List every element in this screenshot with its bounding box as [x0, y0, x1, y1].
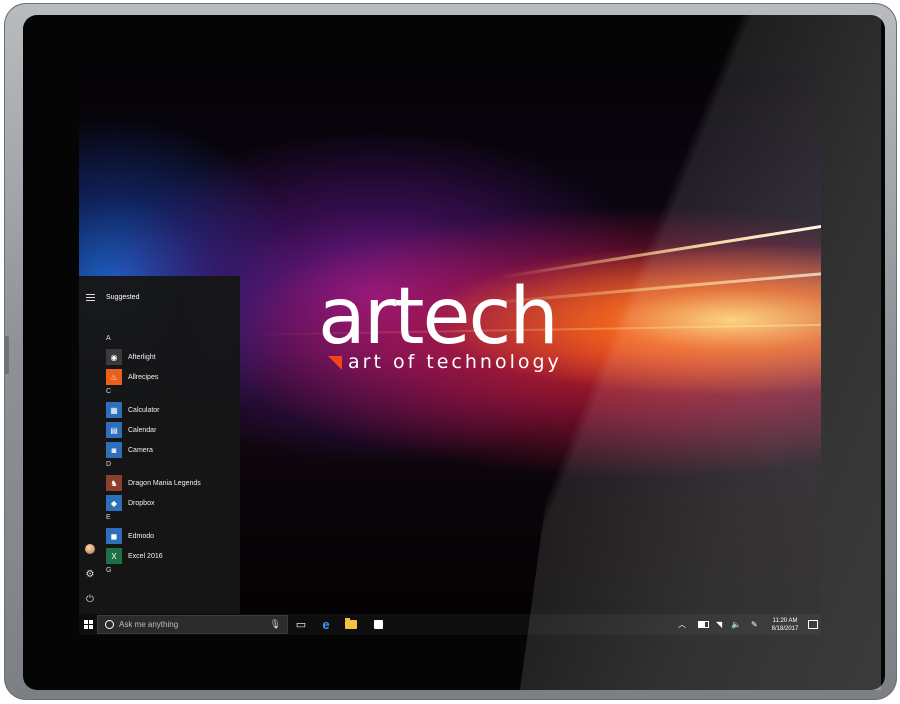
group-letter-a[interactable]: A	[106, 334, 240, 347]
afterlight-icon: ◉	[106, 349, 122, 365]
app-item-edmodo[interactable]: ◼ Edmodo	[106, 526, 240, 546]
app-label: Allrecipes	[128, 373, 159, 381]
start-button[interactable]	[79, 614, 97, 635]
calendar-icon: ▤	[106, 422, 122, 438]
app-item-allrecipes[interactable]: ♨ Allrecipes	[106, 367, 240, 387]
app-label: Afterlight	[128, 353, 156, 361]
settings-gear-icon[interactable]: ⚙	[79, 569, 101, 580]
dragon-mania-icon: ♞	[106, 475, 122, 491]
app-label: Excel 2016	[128, 552, 163, 560]
clock-date: 8/18/2017	[771, 626, 799, 632]
power-icon[interactable]: ⏻	[79, 594, 101, 605]
allrecipes-icon: ♨	[106, 369, 122, 385]
cortana-search-box[interactable]: Ask me anything 🎙	[97, 615, 288, 634]
app-item-calendar[interactable]: ▤ Calendar	[106, 420, 240, 440]
action-center-icon[interactable]	[808, 614, 818, 635]
dropbox-icon: ◆	[106, 495, 122, 511]
artech-logo-wordmark: artech	[318, 272, 559, 362]
clock[interactable]: 11:20 AM 8/18/2017	[767, 617, 803, 633]
calculator-icon: ▦	[106, 402, 122, 418]
side-button	[4, 336, 9, 374]
app-label: Edmodo	[128, 532, 155, 540]
app-item-camera[interactable]: ◙ Camera	[106, 440, 240, 460]
start-menu: ⚙ ⏻ Suggested A ◉ Afterlight ♨ Allrecipes C ▦ C…	[79, 276, 240, 614]
app-list: A ◉ Afterlight ♨ Allrecipes C ▦ Calculator ▤ Cale…	[106, 334, 240, 579]
store-icon[interactable]	[369, 614, 387, 635]
show-hidden-icons-chevron-icon[interactable]: ︿	[678, 614, 686, 635]
app-item-calculator[interactable]: ▦ Calculator	[106, 400, 240, 420]
camera-icon: ◙	[106, 442, 122, 458]
app-label: Dragon Mania Legends	[128, 479, 201, 487]
hamburger-menu-icon[interactable]	[79, 292, 101, 301]
edge-browser-icon[interactable]: e	[317, 614, 335, 635]
group-letter-c[interactable]: C	[106, 387, 240, 400]
app-label: Calculator	[128, 406, 160, 414]
app-item-afterlight[interactable]: ◉ Afterlight	[106, 347, 240, 367]
app-item-dropbox[interactable]: ◆ Dropbox	[106, 493, 240, 513]
volume-icon[interactable]: 🔈	[731, 614, 741, 635]
pen-workspace-icon[interactable]: ✎	[751, 614, 758, 635]
user-avatar[interactable]	[79, 544, 101, 554]
taskbar: Ask me anything 🎙 ▭ e ︿ ◥ 🔈 ✎ 11:20 AM 8…	[79, 614, 821, 635]
app-item-excel-2016[interactable]: X Excel 2016	[106, 546, 240, 566]
app-label: Dropbox	[128, 499, 155, 507]
app-label: Calendar	[128, 426, 157, 434]
excel-icon: X	[106, 548, 122, 564]
wifi-icon[interactable]: ◥	[716, 614, 722, 635]
group-letter-e[interactable]: E	[106, 513, 240, 526]
group-letter-g[interactable]: G	[106, 566, 240, 579]
artech-logo-tagline: art of technology	[348, 351, 562, 373]
suggested-heading: Suggested	[106, 294, 140, 301]
battery-icon[interactable]	[698, 614, 709, 635]
microphone-icon[interactable]: 🎙	[270, 619, 281, 630]
artech-logo-mark	[328, 356, 342, 370]
task-view-icon[interactable]: ▭	[292, 614, 310, 635]
clock-time: 11:20 AM	[772, 618, 798, 624]
group-letter-d[interactable]: D	[106, 460, 240, 473]
edmodo-icon: ◼	[106, 528, 122, 544]
app-label: Camera	[128, 446, 153, 454]
start-menu-rail: ⚙ ⏻	[79, 276, 101, 614]
search-placeholder: Ask me anything	[119, 620, 179, 629]
cortana-icon	[105, 620, 114, 629]
file-explorer-icon[interactable]	[342, 614, 360, 635]
windows-logo-icon	[83, 620, 93, 629]
app-item-dragon-mania-legends[interactable]: ♞ Dragon Mania Legends	[106, 473, 240, 493]
